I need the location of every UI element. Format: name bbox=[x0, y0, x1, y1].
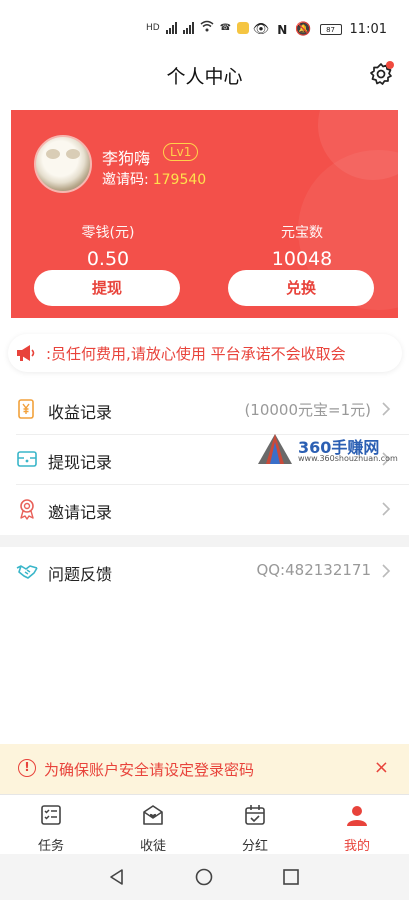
clock: 11:01 bbox=[349, 22, 387, 37]
tab-tasks[interactable]: 任务 bbox=[0, 803, 102, 854]
calendar-check-icon bbox=[245, 805, 265, 825]
coins-label: 元宝数 bbox=[281, 225, 323, 241]
balance-stat: 零钱(元) 0.50 bbox=[33, 222, 183, 270]
system-nav-bar bbox=[0, 854, 409, 900]
qq-contact: QQ:482132171 bbox=[256, 561, 371, 579]
avatar[interactable] bbox=[34, 135, 92, 193]
battery-level: 87 bbox=[326, 25, 335, 34]
tab-label: 任务 bbox=[37, 839, 64, 854]
signal-icon bbox=[182, 21, 194, 34]
tab-apprentice[interactable]: 收徒 bbox=[102, 803, 204, 854]
page-title: 个人中心 bbox=[166, 66, 243, 88]
tab-label: 分红 bbox=[241, 839, 268, 854]
invite-code-row: 邀请码: 179540 bbox=[102, 169, 206, 189]
handshake-icon bbox=[16, 565, 38, 579]
eye-icon: 👁 bbox=[252, 22, 270, 37]
notice-marquee[interactable]: :员任何费用,请放心使用 平台承诺不会收取会 bbox=[8, 334, 402, 372]
security-tip-text: 为确保账户安全请设定登录密码 bbox=[44, 761, 255, 779]
coins-stat: 元宝数 10048 bbox=[227, 222, 377, 270]
security-tip-banner[interactable]: ! 为确保账户安全请设定登录密码 × bbox=[0, 744, 409, 794]
settings-button[interactable] bbox=[369, 61, 394, 86]
user-icon bbox=[347, 806, 367, 826]
back-icon[interactable] bbox=[108, 868, 126, 886]
nfc-icon: N bbox=[277, 22, 288, 37]
exchange-rate-hint: (10000元宝=1元) bbox=[244, 401, 371, 419]
notice-text: :员任何费用,请放心使用 平台承诺不会收取会 bbox=[46, 345, 346, 363]
menu-item-invites[interactable]: 邀请记录 bbox=[16, 485, 409, 535]
badge-icon bbox=[20, 499, 34, 520]
signal-icon bbox=[165, 21, 177, 34]
status-bar: HD ☎ 👁 N 🔕 87 11:01 bbox=[0, 0, 409, 52]
yuan-note-icon bbox=[18, 399, 34, 419]
coins-value: 10048 bbox=[271, 248, 333, 270]
home-icon[interactable] bbox=[195, 868, 213, 886]
menu-item-label: 收益记录 bbox=[48, 403, 113, 422]
menu-item-label: 提现记录 bbox=[48, 453, 113, 472]
avatar-ear bbox=[66, 149, 80, 159]
mute-icon: 🔕 bbox=[295, 22, 312, 37]
invite-code-label: 邀请码: bbox=[102, 172, 149, 188]
balance-value: 0.50 bbox=[86, 248, 130, 270]
profile-screen: HD ☎ 👁 N 🔕 87 11:01 个人中心 李狗嗨 Lv1 邀请码: 17… bbox=[0, 0, 409, 900]
chevron-right-icon bbox=[382, 564, 391, 578]
notification-icon bbox=[236, 21, 249, 34]
withdraw-button[interactable]: 提现 bbox=[34, 270, 180, 306]
megaphone-icon bbox=[17, 345, 35, 361]
status-left-icons: HD ☎ bbox=[146, 20, 249, 35]
chevron-right-icon bbox=[382, 502, 391, 516]
app-header: 个人中心 bbox=[0, 52, 409, 96]
profile-card: 李狗嗨 Lv1 邀请码: 179540 零钱(元) 0.50 元宝数 10048 … bbox=[11, 110, 398, 318]
settings-badge bbox=[386, 61, 394, 69]
tab-mine[interactable]: 我的 bbox=[306, 803, 408, 854]
menu-item-earnings[interactable]: 收益记录 (10000元宝=1元) bbox=[16, 385, 409, 435]
wifi-icon bbox=[200, 20, 214, 35]
watermark-url: www.360shouzhuan.com bbox=[298, 454, 398, 463]
watermark-triangle-icon bbox=[258, 434, 292, 464]
exchange-button[interactable]: 兑换 bbox=[228, 270, 374, 306]
tab-label: 收徒 bbox=[139, 839, 166, 854]
invite-code-value[interactable]: 179540 bbox=[153, 172, 206, 188]
tab-dividend[interactable]: 分红 bbox=[204, 803, 306, 854]
section-divider bbox=[0, 535, 409, 547]
recents-icon[interactable] bbox=[282, 868, 300, 886]
call-icon: ☎ bbox=[219, 22, 231, 33]
chevron-right-icon bbox=[382, 402, 391, 416]
menu-list: 收益记录 (10000元宝=1元) 提现记录 邀请记录 问题反馈 QQ:4821… bbox=[0, 385, 409, 599]
warning-icon: ! bbox=[18, 759, 36, 777]
tab-label: 我的 bbox=[343, 839, 370, 854]
task-list-icon bbox=[41, 805, 61, 825]
battery-icon: 87 bbox=[319, 24, 342, 35]
level-badge: Lv1 bbox=[163, 143, 199, 161]
wallet-icon bbox=[17, 451, 37, 467]
envelope-heart-icon bbox=[143, 805, 163, 825]
hd-icon: HD bbox=[146, 22, 160, 33]
menu-item-label: 邀请记录 bbox=[48, 503, 113, 522]
avatar-ear bbox=[46, 149, 60, 159]
balance-label: 零钱(元) bbox=[81, 225, 135, 241]
menu-item-label: 问题反馈 bbox=[48, 565, 113, 584]
watermark-logo: 360手赚网 www.360shouzhuan.com bbox=[256, 432, 406, 468]
menu-item-feedback[interactable]: 问题反馈 QQ:482132171 bbox=[16, 547, 409, 599]
bottom-tab-bar: 任务 收徒 分红 我的 bbox=[0, 794, 409, 854]
close-tip-button[interactable]: × bbox=[374, 757, 389, 778]
user-name: 李狗嗨 bbox=[102, 149, 151, 168]
status-right-icons: 👁 N 🔕 87 11:01 bbox=[253, 22, 387, 37]
